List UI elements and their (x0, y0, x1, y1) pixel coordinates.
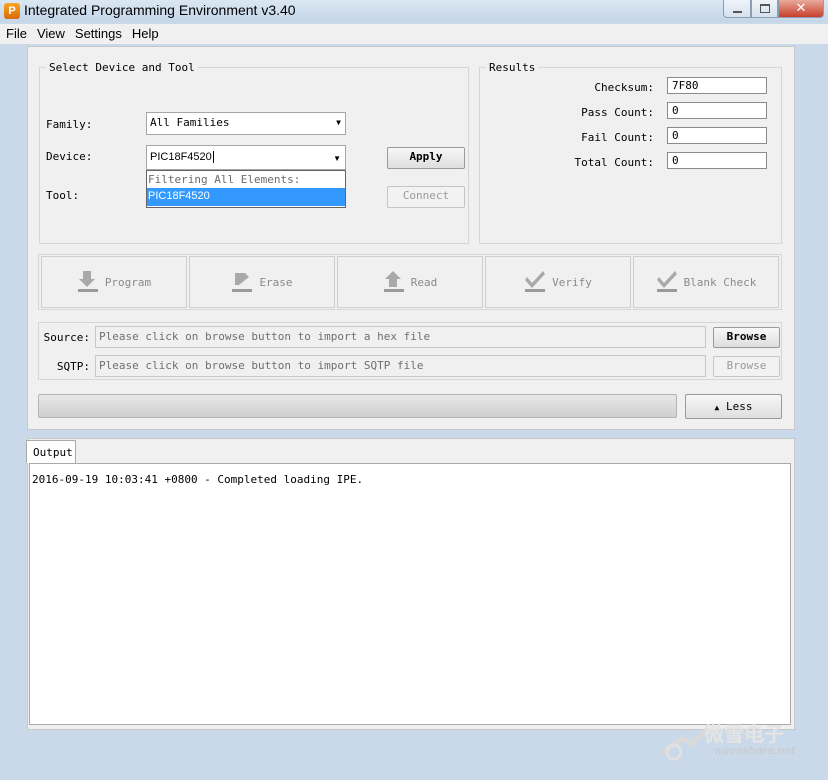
up-arrow-icon: ▲ (714, 403, 720, 412)
maximize-icon (759, 4, 770, 13)
apply-button[interactable]: Apply (387, 147, 465, 169)
dropdown-filter-header: Filtering All Elements: (148, 173, 301, 186)
family-select[interactable]: All Families ▼ (146, 112, 346, 135)
connect-button[interactable]: Connect (387, 186, 465, 208)
device-label: Device: (46, 150, 93, 163)
program-label: Program (104, 275, 152, 289)
app-icon: P (4, 3, 20, 19)
fail-count-value: 0 (667, 127, 767, 144)
window-title: Integrated Programming Environment v3.40 (24, 2, 296, 18)
menu-help[interactable]: Help (128, 24, 163, 44)
chevron-down-icon: ▼ (336, 118, 341, 127)
close-icon: ✕ (795, 1, 807, 16)
erase-icon (232, 273, 253, 292)
family-label: Family: (46, 118, 93, 131)
blank-check-label: Blank Check (683, 275, 757, 289)
chevron-down-icon: ▼ (333, 154, 341, 163)
watermark-site-text: waveshare.net (714, 744, 796, 757)
menu-bar: File View Settings Help (0, 24, 828, 44)
device-combo[interactable]: PIC18F4520 ▼ (146, 145, 346, 170)
verify-icon (525, 271, 546, 292)
erase-label: Erase (259, 275, 293, 289)
read-label: Read (410, 275, 438, 289)
source-browse-button[interactable]: Browse (713, 327, 780, 348)
checksum-value: 7F80 (667, 77, 767, 94)
device-value: PIC18F4520 (150, 151, 212, 163)
program-icon (77, 271, 98, 292)
read-icon (383, 271, 404, 292)
tab-output[interactable]: Output (26, 440, 76, 463)
tool-label: Tool: (46, 189, 80, 202)
progress-bar (38, 394, 677, 418)
maximize-button[interactable] (751, 0, 778, 18)
verify-button[interactable]: Verify (485, 256, 631, 308)
sqtp-label: SQTP: (56, 360, 90, 373)
sqtp-browse-button[interactable]: Browse (713, 356, 780, 377)
total-count-value: 0 (667, 152, 767, 169)
menu-settings[interactable]: Settings (71, 24, 126, 44)
pass-count-value: 0 (667, 102, 767, 119)
waveshare-watermark: 微雪电子 waveshare.net (658, 716, 808, 766)
text-cursor (212, 151, 214, 163)
checksum-label: Checksum: (594, 81, 654, 94)
read-button[interactable]: Read (337, 256, 483, 308)
verify-label: Verify (552, 275, 592, 289)
sqtp-path-input[interactable]: Please click on browse button to import … (95, 355, 706, 377)
total-count-label: Total Count: (574, 156, 654, 169)
pass-count-label: Pass Count: (581, 106, 654, 119)
minimize-icon (732, 10, 742, 13)
device-tool-legend: Select Device and Tool (49, 61, 195, 74)
family-value: All Families (150, 116, 230, 129)
output-console[interactable] (29, 463, 791, 725)
source-path-input[interactable]: Please click on browse button to import … (95, 326, 706, 348)
minimize-button[interactable] (723, 0, 751, 18)
menu-file[interactable]: File (2, 24, 31, 44)
erase-button[interactable]: Erase (189, 256, 335, 308)
blank-check-icon (656, 271, 677, 292)
less-button[interactable]: ▲ Less (685, 394, 782, 419)
watermark-cn-text: 微雪电子 (704, 722, 784, 746)
blank-check-button[interactable]: Blank Check (633, 256, 779, 308)
menu-view[interactable]: View (33, 24, 69, 44)
close-button[interactable]: ✕ (778, 0, 824, 18)
fail-count-label: Fail Count: (581, 131, 654, 144)
dropdown-option-pic18f4520[interactable]: PIC18F4520 (147, 188, 345, 206)
output-log-line: 2016-09-19 10:03:41 +0800 - Completed lo… (32, 473, 364, 486)
results-legend: Results (489, 61, 536, 74)
less-label: Less (725, 400, 753, 413)
program-button[interactable]: Program (41, 256, 187, 308)
source-label: Source: (43, 331, 90, 344)
